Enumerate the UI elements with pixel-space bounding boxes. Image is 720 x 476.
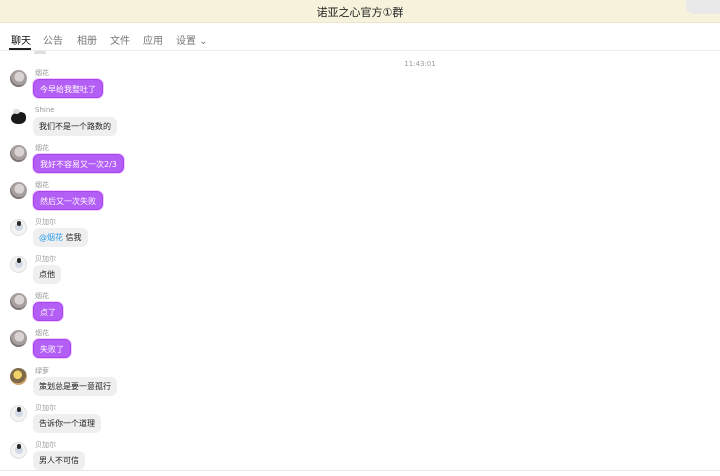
tab-bar: 聊天 公告 相册 文件 应用 设置 ⌄ — [0, 23, 720, 51]
tab-settings[interactable]: 设置 ⌄ — [176, 32, 208, 47]
window-control-area[interactable] — [686, 0, 720, 14]
bell-avatar[interactable] — [10, 405, 27, 422]
smoke-avatar[interactable] — [10, 70, 27, 87]
title-bar: 诺亚之心官方①群 — [0, 0, 720, 23]
chat-timestamp: 11:43:01 — [404, 60, 436, 68]
chat-message: 贝加尔 告诉你一个道理 — [10, 404, 610, 435]
message-bubble[interactable]: 策划总是要一意孤行 — [33, 377, 117, 396]
scroll-indicator[interactable] — [34, 51, 46, 54]
message-bubble[interactable]: 我们不是一个路数的 — [33, 117, 117, 136]
chat-message: 贝加尔 点他 — [10, 255, 610, 286]
bell-avatar[interactable] — [10, 442, 27, 459]
chat-message: 烟花 点了 — [10, 292, 610, 323]
message-bubble[interactable]: 我好不容易又一次2/3 — [33, 154, 124, 173]
chat-divider — [0, 470, 720, 471]
chat-message: 烟花 今早给我整吐了 — [10, 69, 610, 100]
chat-message: 烟花 然后又一次失败 — [10, 181, 610, 212]
mention-link[interactable]: @烟花 — [39, 233, 63, 242]
chat-message: 绿萝 策划总是要一意孤行 — [10, 367, 610, 398]
chat-message: 烟花 失败了 — [10, 329, 610, 360]
sender-name: 贝加尔 — [35, 404, 56, 412]
window-title: 诺亚之心官方①群 — [316, 6, 404, 19]
chat-message: Shine 我们不是一个路数的 — [10, 106, 610, 138]
smoke-avatar[interactable] — [10, 293, 27, 310]
chat-message: 贝加尔 @烟花 信我 — [10, 218, 610, 249]
message-bubble[interactable]: 今早给我整吐了 — [33, 79, 103, 98]
tab-chat[interactable]: 聊天 — [11, 32, 31, 47]
sender-name: 烟花 — [35, 144, 49, 152]
message-bubble[interactable]: 然后又一次失败 — [33, 191, 103, 210]
message-bubble[interactable]: 告诉你一个道理 — [33, 414, 101, 433]
chat-message: 烟花 我好不容易又一次2/3 — [10, 144, 610, 175]
smoke-avatar[interactable] — [10, 145, 27, 162]
bell-avatar[interactable] — [10, 219, 27, 236]
tab-album[interactable]: 相册 — [77, 32, 97, 47]
sender-name: 烟花 — [35, 329, 49, 337]
message-bubble[interactable]: 点他 — [33, 265, 61, 284]
message-text: 信我 — [63, 233, 82, 242]
chat-message: 贝加尔 男人不可信 — [10, 441, 610, 472]
shine-avatar[interactable] — [10, 108, 27, 125]
sender-name: 贝加尔 — [35, 255, 56, 263]
sender-name: 烟花 — [35, 181, 49, 189]
message-bubble[interactable]: 点了 — [33, 302, 63, 321]
sender-name: 贝加尔 — [35, 218, 56, 226]
sender-name: 烟花 — [35, 69, 49, 77]
message-bubble[interactable]: 男人不可信 — [33, 451, 85, 470]
active-tab-indicator — [9, 48, 31, 50]
message-bubble[interactable]: @烟花 信我 — [33, 228, 88, 247]
tab-files[interactable]: 文件 — [110, 32, 130, 47]
sender-name: 贝加尔 — [35, 441, 56, 449]
message-bubble[interactable]: 失败了 — [33, 339, 71, 358]
tab-announcement[interactable]: 公告 — [43, 32, 63, 47]
sender-name: Shine — [35, 106, 55, 114]
tab-apps[interactable]: 应用 — [143, 32, 163, 47]
sender-name: 绿萝 — [35, 367, 49, 375]
smoke-avatar[interactable] — [10, 182, 27, 199]
smoke-avatar[interactable] — [10, 330, 27, 347]
bell-avatar[interactable] — [10, 256, 27, 273]
lu-avatar[interactable] — [10, 368, 27, 385]
sender-name: 烟花 — [35, 292, 49, 300]
